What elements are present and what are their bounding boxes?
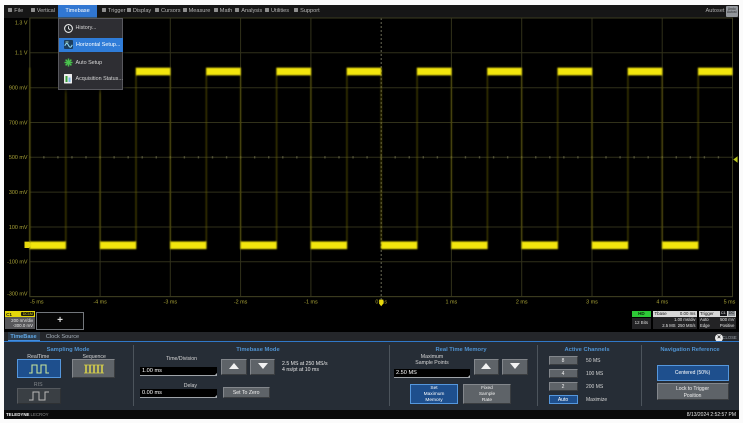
svg-text:-2 ms: -2 ms	[234, 300, 248, 306]
svg-text:1 ms: 1 ms	[446, 300, 458, 306]
svg-text:300 mV: 300 mV	[9, 190, 28, 196]
svg-text:5 ms: 5 ms	[724, 300, 736, 306]
svg-text:2 ms: 2 ms	[516, 300, 528, 306]
svg-text:-4 ms: -4 ms	[93, 300, 107, 306]
svg-text:-1 ms: -1 ms	[304, 300, 318, 306]
svg-text:4 ms: 4 ms	[656, 300, 668, 306]
svg-text:100 mV: 100 mV	[9, 225, 28, 231]
svg-text:-5 ms: -5 ms	[30, 300, 44, 306]
svg-text:1.3 V: 1.3 V	[15, 20, 28, 26]
svg-text:-300 mV: -300 mV	[7, 291, 28, 297]
svg-text:-3 ms: -3 ms	[164, 300, 178, 306]
svg-text:900 mV: 900 mV	[9, 86, 28, 92]
svg-text:3 ms: 3 ms	[586, 300, 598, 306]
svg-text:1.1 V: 1.1 V	[15, 51, 28, 57]
svg-text:500 mV: 500 mV	[9, 155, 28, 161]
svg-text:700 mV: 700 mV	[9, 120, 28, 126]
svg-text:-100 mV: -100 mV	[7, 260, 28, 266]
